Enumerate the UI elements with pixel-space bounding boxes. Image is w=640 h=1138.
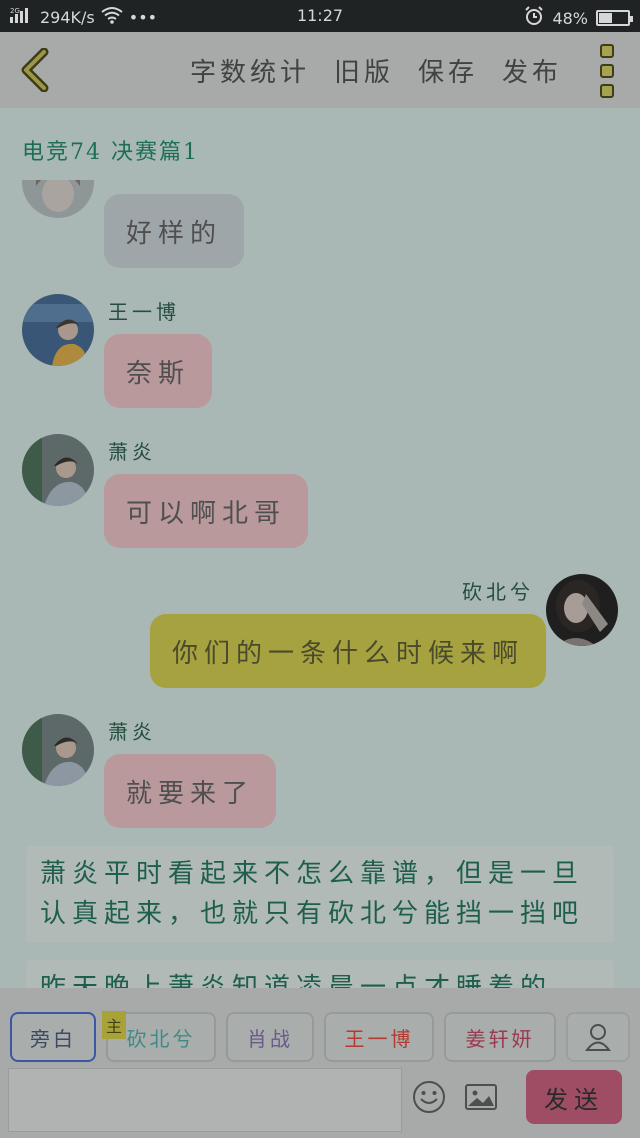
character-chip-more[interactable]: [566, 1012, 630, 1062]
message-bubble[interactable]: 好样的: [104, 194, 245, 268]
input-bar: 发送: [0, 1064, 640, 1138]
story-title: 电竞74 决赛篇1: [22, 140, 199, 165]
status-bar: 2G 294K/s ••• 11:27 48%: [0, 0, 640, 32]
publish-button[interactable]: 发布: [502, 52, 562, 89]
message-bubble[interactable]: 就要来了: [104, 754, 277, 828]
main-character-badge: 主: [102, 1011, 126, 1039]
avatar[interactable]: [546, 574, 618, 646]
battery-icon: [596, 10, 633, 26]
more-menu-icon[interactable]: [600, 44, 618, 98]
avatar[interactable]: [22, 180, 94, 218]
battery-percent: 48%: [552, 8, 588, 28]
character-chip-narrator[interactable]: 旁白: [10, 1012, 96, 1062]
chat-area[interactable]: 好样的 王一博 奈斯 萧炎 可以啊北哥 砍北兮 你们的一条什么时候来啊 萧炎 就…: [0, 180, 640, 988]
toolbar: 字数统计 旧版 保存 发布: [0, 32, 640, 108]
speaker-name: 萧炎: [108, 440, 156, 464]
person-icon: [585, 1024, 611, 1051]
message-bubble[interactable]: 奈斯: [104, 334, 213, 408]
message-bubble[interactable]: 可以啊北哥: [104, 474, 309, 548]
narration-block[interactable]: 昨天晚上萧炎知道凌晨一点才睡着的: [26, 960, 614, 988]
send-button[interactable]: 发送: [526, 1070, 622, 1124]
avatar[interactable]: [22, 294, 94, 366]
character-chip[interactable]: 王一博: [324, 1012, 434, 1062]
character-chip[interactable]: 肖战: [226, 1012, 314, 1062]
alarm-icon: [524, 6, 544, 30]
character-selector: 旁白 砍北兮 肖战 王一博 姜轩妍: [0, 988, 640, 1068]
save-button[interactable]: 保存: [418, 52, 478, 89]
back-arrow-icon[interactable]: [16, 47, 56, 93]
image-icon[interactable]: [462, 1078, 500, 1116]
narration-block[interactable]: 萧炎平时看起来不怎么靠谱，但是一旦认真起来，也就只有砍北兮能挡一挡吧: [26, 846, 614, 942]
speaker-name: 萧炎: [108, 720, 156, 744]
word-count-button[interactable]: 字数统计: [190, 52, 310, 89]
speaker-name: 砍北兮: [462, 580, 534, 604]
message-bubble[interactable]: 你们的一条什么时候来啊: [150, 614, 547, 688]
avatar[interactable]: [22, 714, 94, 786]
message-input[interactable]: [8, 1068, 402, 1132]
character-chip[interactable]: 姜轩妍: [444, 1012, 556, 1062]
old-version-button[interactable]: 旧版: [334, 52, 394, 89]
emoji-icon[interactable]: [410, 1078, 448, 1116]
speaker-name: 王一博: [108, 300, 180, 324]
avatar[interactable]: [22, 434, 94, 506]
